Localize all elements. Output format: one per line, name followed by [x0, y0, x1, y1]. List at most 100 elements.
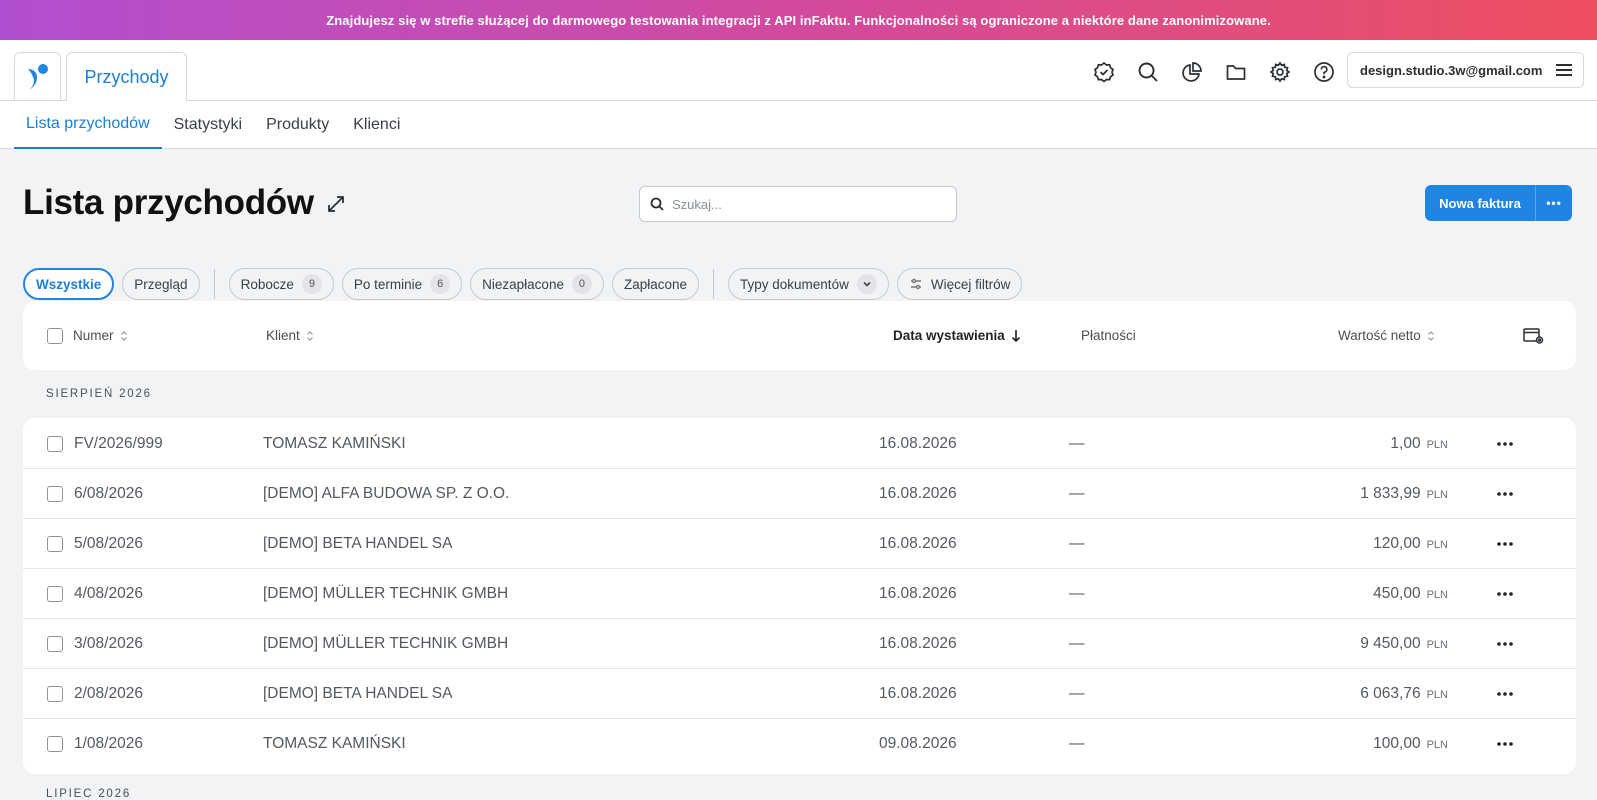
net-value: 1,00	[1390, 434, 1421, 452]
more-icon	[1497, 641, 1513, 646]
net-value-cell: 100,00 PLN	[1373, 718, 1448, 769]
invoice-number[interactable]: 3/08/2026	[74, 635, 143, 653]
filter-divider	[713, 269, 715, 299]
table-row[interactable]: 3/08/2026 [DEMO] MÜLLER TECHNIK GMBH 16.08…	[23, 618, 1576, 669]
table-row[interactable]: FV/2026/999 TOMASZ KAMIŃSKI 16.08.2026 — 1,0…	[23, 418, 1576, 469]
row-checkbox[interactable]	[47, 585, 63, 602]
net-value-cell: 9 450,00 PLN	[1360, 618, 1448, 669]
net-value: 9 450,00	[1360, 634, 1421, 652]
sort-icon	[306, 330, 313, 341]
table-row[interactable]: 5/08/2026 [DEMO] BETA HANDEL SA 16.08.2026…	[23, 518, 1576, 569]
row-checkbox[interactable]	[47, 535, 63, 552]
row-checkbox[interactable]	[47, 635, 63, 652]
table-header: Numer Klient Data wystawienia Płatności …	[23, 301, 1576, 370]
top-icons	[1089, 57, 1339, 87]
currency: PLN	[1426, 639, 1448, 651]
filter-overdue[interactable]: Po terminie 6	[341, 268, 463, 300]
filter-unpaid-count: 0	[571, 274, 592, 294]
tab-lista-przychodow[interactable]: Lista przychodów	[14, 101, 162, 149]
table-row[interactable]: 6/08/2026 [DEMO] ALFA BUDOWA SP. Z O.O. 16…	[23, 468, 1576, 519]
invoice-number[interactable]: 1/08/2026	[74, 735, 143, 753]
row-actions-button[interactable]	[1497, 468, 1513, 519]
row-actions-button[interactable]	[1497, 518, 1513, 569]
tab-label: Przychody	[84, 66, 169, 87]
filter-all[interactable]: Wszystkie	[23, 268, 115, 300]
demo-banner: Znajdujesz się w strefie służącej do dar…	[0, 0, 1597, 40]
payment-status: —	[1069, 534, 1085, 552]
payment-status: —	[1069, 584, 1085, 602]
header-number[interactable]: Numer	[47, 301, 128, 370]
column-settings[interactable]	[1523, 301, 1545, 370]
more-icon	[1497, 591, 1513, 596]
arrow-down-icon	[1011, 330, 1020, 342]
row-actions-button[interactable]	[1497, 668, 1513, 719]
net-value: 6 063,76	[1360, 684, 1421, 702]
more-icon	[1497, 491, 1513, 496]
filter-drafts-label: Robocze	[240, 276, 294, 292]
row-actions-button[interactable]	[1497, 418, 1513, 469]
issue-date: 16.08.2026	[879, 484, 957, 502]
help-icon[interactable]	[1309, 57, 1339, 87]
table-row[interactable]: 4/08/2026 [DEMO] MÜLLER TECHNIK GMBH 16.08…	[23, 568, 1576, 619]
app-logo[interactable]	[14, 52, 61, 100]
filter-more[interactable]: Więcej filtrów	[896, 268, 1023, 300]
next-group-label: LIPIEC 2026	[46, 788, 132, 800]
currency: PLN	[1426, 689, 1448, 701]
filter-all-label: Wszystkie	[36, 276, 102, 292]
filter-drafts-count: 9	[301, 274, 322, 294]
invoice-number[interactable]: FV/2026/999	[74, 435, 163, 453]
currency: PLN	[1426, 589, 1448, 601]
gear-icon[interactable]	[1265, 57, 1295, 87]
expand-icon[interactable]	[326, 194, 346, 219]
row-checkbox[interactable]	[47, 485, 63, 502]
hamburger-icon	[1556, 64, 1572, 76]
tab-statystyki[interactable]: Statystyki	[162, 101, 254, 149]
header-payments: Płatności	[1081, 301, 1136, 370]
row-actions-button[interactable]	[1497, 718, 1513, 769]
banner-text: Znajdujesz się w strefie służącej do dar…	[326, 12, 1271, 28]
header-client[interactable]: Klient	[266, 301, 314, 370]
row-actions-button[interactable]	[1497, 568, 1513, 619]
row-number-cell: 2/08/2026	[47, 668, 143, 719]
currency: PLN	[1426, 539, 1448, 551]
invoice-number[interactable]: 4/08/2026	[74, 585, 143, 603]
badge-check-icon[interactable]	[1089, 57, 1119, 87]
more-options-button[interactable]: •••	[1536, 185, 1572, 221]
table-row[interactable]: 2/08/2026 [DEMO] BETA HANDEL SA 16.08.2026…	[23, 668, 1576, 719]
table-row[interactable]: 1/08/2026 TOMASZ KAMIŃSKI 09.08.2026 — 100,0…	[23, 718, 1576, 769]
tab-produkty[interactable]: Produkty	[254, 101, 341, 149]
invoice-number[interactable]: 2/08/2026	[74, 685, 143, 703]
user-menu[interactable]: design.studio.3w@gmail.com	[1347, 52, 1584, 88]
row-checkbox[interactable]	[47, 435, 63, 452]
client-name: [DEMO] ALFA BUDOWA SP. Z O.O.	[263, 484, 510, 502]
search-box[interactable]	[639, 186, 957, 222]
tab-klienci[interactable]: Klienci	[341, 101, 412, 149]
chevron-down-icon	[856, 274, 877, 294]
row-actions-button[interactable]	[1497, 618, 1513, 669]
more-icon: •••	[1546, 196, 1562, 210]
filter-unpaid[interactable]: Niezapłacone 0	[470, 268, 604, 300]
tab-przychody[interactable]: Przychody	[66, 52, 187, 102]
select-all-checkbox[interactable]	[47, 327, 63, 344]
row-number-cell: 3/08/2026	[47, 618, 143, 669]
new-invoice-button[interactable]: Nowa faktura	[1425, 185, 1536, 221]
search-input[interactable]	[672, 196, 932, 212]
filter-doc-types[interactable]: Typy dokumentów	[728, 268, 889, 300]
filter-paid[interactable]: Zapłacone	[611, 268, 700, 300]
header-issue-date[interactable]: Data wystawienia	[893, 301, 1021, 370]
row-checkbox[interactable]	[47, 685, 63, 702]
filter-drafts[interactable]: Robocze 9	[228, 268, 334, 300]
filter-overview[interactable]: Przegląd	[122, 268, 200, 300]
payment-status: —	[1069, 684, 1085, 702]
pie-chart-icon[interactable]	[1177, 57, 1207, 87]
header-net-value[interactable]: Wartość netto	[1338, 301, 1435, 370]
search-icon[interactable]	[1133, 57, 1163, 87]
issue-date: 09.08.2026	[879, 734, 957, 752]
row-checkbox[interactable]	[47, 735, 63, 752]
net-value: 120,00	[1373, 534, 1421, 552]
invoice-number[interactable]: 5/08/2026	[74, 535, 143, 553]
page-title: Lista przychodów	[23, 183, 314, 222]
filter-paid-label: Zapłacone	[623, 276, 688, 292]
folder-icon[interactable]	[1221, 57, 1251, 87]
invoice-number[interactable]: 6/08/2026	[74, 485, 143, 503]
